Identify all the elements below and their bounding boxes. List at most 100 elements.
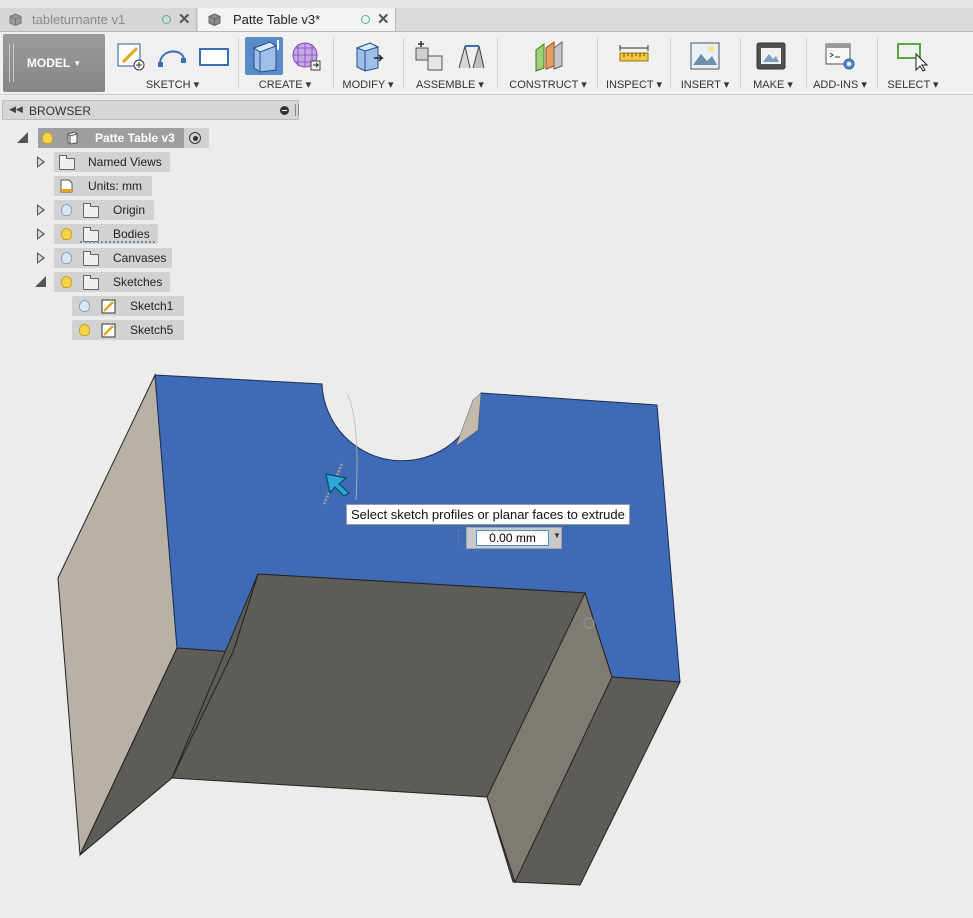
- tab-label: tableturnante v1: [32, 12, 126, 27]
- offset-plane-icon[interactable]: [532, 40, 564, 72]
- minimize-panel-icon[interactable]: [280, 106, 289, 115]
- extrude-icon[interactable]: [248, 38, 282, 74]
- select-menu[interactable]: SELECT ▾: [882, 78, 944, 91]
- expand-origin-icon[interactable]: [37, 204, 45, 216]
- construct-group[interactable]: CONSTRUCT ▾: [502, 32, 594, 94]
- folder-icon: [83, 203, 99, 218]
- extrude-hint-tooltip: Select sketch profiles or planar faces t…: [346, 504, 630, 525]
- visibility-bulb-icon[interactable]: [61, 204, 72, 216]
- extrude-distance-box: ▼: [458, 527, 562, 549]
- new-component-icon[interactable]: [414, 40, 446, 72]
- radio-activate-icon: [189, 132, 201, 144]
- sketch-curve: [347, 394, 358, 501]
- measure-icon[interactable]: [618, 40, 650, 72]
- body-inner-left-face: [171, 573, 259, 779]
- body-inner-right-face[interactable]: [486, 591, 613, 884]
- extrude-distance-input[interactable]: [476, 530, 549, 546]
- dropdown-arrow-icon: ▼: [73, 58, 82, 68]
- activate-component-button[interactable]: [184, 128, 209, 148]
- close-tab-icon[interactable]: ✕: [377, 10, 390, 28]
- insert-group[interactable]: INSERT ▾: [675, 32, 735, 94]
- select-cursor-icon[interactable]: [896, 40, 928, 72]
- document-tab-bar: tableturnante v1 ✕ Patte Table v3* ✕: [0, 8, 973, 32]
- document-cube-icon: [208, 13, 221, 27]
- insert-image-icon[interactable]: [689, 40, 721, 72]
- collapse-sketches-icon[interactable]: [35, 276, 46, 287]
- inspect-group[interactable]: INSPECT ▾: [602, 32, 666, 94]
- tree-item-label: Named Views: [88, 155, 162, 169]
- tree-item-label: Sketches: [113, 275, 163, 289]
- tree-item-label: Units: mm: [88, 179, 142, 193]
- add-ins-group[interactable]: ADD-INS ▾: [808, 32, 872, 94]
- visibility-bulb-icon[interactable]: [79, 300, 90, 312]
- tree-item-label: Sketch1: [130, 299, 174, 313]
- expand-bodies-icon[interactable]: [37, 228, 45, 240]
- folder-icon: [83, 275, 99, 290]
- collapse-panel-icon[interactable]: ◀◀: [9, 104, 23, 115]
- visibility-bulb-icon[interactable]: [79, 324, 90, 336]
- body-left-face[interactable]: [57, 373, 178, 857]
- add-ins-menu[interactable]: ADD-INS ▾: [808, 78, 872, 91]
- tab-status-icon: [162, 15, 171, 24]
- panel-resize-handle[interactable]: [295, 104, 299, 116]
- rectangle-icon[interactable]: [198, 40, 230, 72]
- tab-status-icon: [361, 15, 370, 24]
- collapse-root-icon[interactable]: [17, 132, 28, 143]
- tab-label: Patte Table v3*: [233, 12, 321, 27]
- tree-item-label: Sketch5: [130, 323, 174, 337]
- folder-icon: [59, 155, 75, 170]
- browser-title: BROWSER: [29, 104, 92, 118]
- drag-handle[interactable]: [458, 530, 459, 546]
- body-front-face[interactable]: [79, 573, 681, 886]
- close-tab-icon[interactable]: ✕: [178, 10, 191, 28]
- tree-item-label: Origin: [113, 203, 146, 217]
- tree-item-label: Canvases: [113, 251, 167, 265]
- folder-icon: [83, 251, 99, 266]
- make-menu[interactable]: MAKE ▾: [745, 78, 801, 91]
- workspace-label: MODEL: [26, 56, 71, 70]
- assemble-group[interactable]: ASSEMBLE ▾: [408, 32, 492, 94]
- modify-group[interactable]: MODIFY ▾: [338, 32, 398, 94]
- tab-tableturnante[interactable]: tableturnante v1 ✕: [0, 8, 197, 31]
- select-group[interactable]: SELECT ▾: [882, 32, 944, 94]
- component-cube-icon: [67, 131, 78, 145]
- scripts-icon[interactable]: [824, 40, 856, 72]
- document-settings-icon: [60, 179, 73, 193]
- sketch-group[interactable]: SKETCH ▾: [110, 32, 235, 94]
- cutout-inner-face: [455, 392, 482, 447]
- grip-icon: [9, 44, 14, 82]
- root-component-label: Patte Table v3: [95, 131, 175, 145]
- modify-menu[interactable]: MODIFY ▾: [338, 78, 398, 91]
- make-group[interactable]: MAKE ▾: [745, 32, 801, 94]
- sketch-icon: [101, 323, 116, 338]
- browser-panel-header[interactable]: ◀◀ BROWSER: [2, 100, 299, 120]
- construct-menu[interactable]: CONSTRUCT ▾: [502, 78, 594, 91]
- joint-icon[interactable]: [456, 40, 488, 72]
- visibility-bulb-icon[interactable]: [42, 132, 53, 144]
- 3d-print-icon[interactable]: [755, 40, 787, 72]
- expand-canvases-icon[interactable]: [37, 252, 45, 264]
- document-cube-icon: [9, 13, 22, 27]
- create-menu[interactable]: CREATE ▾: [243, 78, 327, 91]
- selected-planar-face[interactable]: [154, 374, 681, 683]
- arc-icon[interactable]: [156, 40, 188, 72]
- sketch-menu[interactable]: SKETCH ▾: [110, 78, 235, 91]
- create-sketch-icon[interactable]: [115, 40, 147, 72]
- create-group[interactable]: CREATE ▾: [243, 32, 327, 94]
- visibility-bulb-icon[interactable]: [61, 276, 72, 288]
- inspect-menu[interactable]: INSPECT ▾: [602, 78, 666, 91]
- ribbon-toolbar: MODEL ▼ SKETCH ▾ CREATE ▾ MODIFY ▾ ASSEM…: [0, 32, 973, 95]
- workspace-switcher-button[interactable]: MODEL ▼: [3, 34, 105, 92]
- sketch-icon: [101, 299, 116, 314]
- expand-named-views-icon[interactable]: [37, 156, 45, 168]
- extrude-cursor-icon: [322, 463, 351, 505]
- visibility-bulb-icon[interactable]: [61, 252, 72, 264]
- tab-patte-table[interactable]: Patte Table v3* ✕: [198, 8, 396, 31]
- press-pull-icon[interactable]: [352, 40, 384, 72]
- insert-menu[interactable]: INSERT ▾: [675, 78, 735, 91]
- assemble-menu[interactable]: ASSEMBLE ▾: [408, 78, 492, 91]
- tree-item-label: Bodies: [113, 227, 150, 241]
- distance-dropdown-icon[interactable]: ▼: [553, 531, 561, 540]
- form-icon[interactable]: [289, 40, 321, 72]
- visibility-bulb-icon[interactable]: [61, 228, 72, 240]
